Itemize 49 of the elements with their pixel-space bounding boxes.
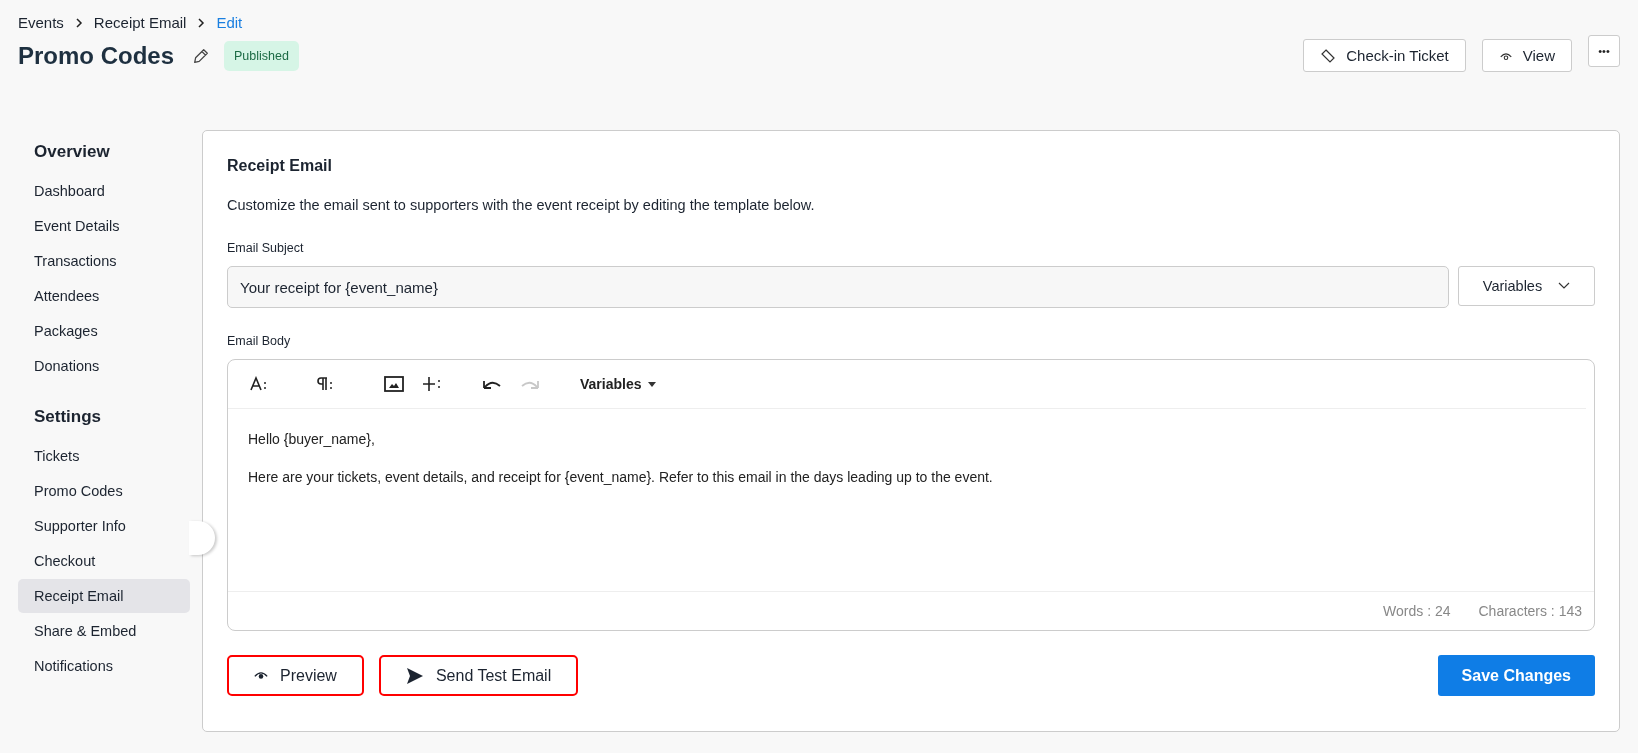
caret-down-icon [647,381,656,387]
more-button[interactable]: ••• [1588,34,1620,67]
plus-icon[interactable] [422,376,442,392]
chevron-right-icon [73,17,84,28]
sidebar-heading: Settings [33,407,103,427]
sidebar-item[interactable]: Checkout [18,544,190,578]
body-paragraph: Hello {buyer_name}, [248,431,376,447]
sidebar-item[interactable]: Event Details [18,209,190,243]
sidebar-heading: Overview [33,142,111,162]
sidebar-item[interactable]: Packages [18,314,190,348]
breadcrumb-link[interactable]: Receipt Email [93,14,187,31]
image-icon[interactable] [384,376,404,392]
sidebar-item[interactable]: Tickets [18,439,190,473]
description-text: Customize the email sent to supporters with the event receipt by editing the template below. [227,197,816,213]
card-title: Receipt Email [227,157,333,175]
check-in-ticket-button[interactable]: Check-in Ticket [1303,39,1466,72]
character-count: Characters : 143 [1478,603,1582,619]
sidebar-item[interactable]: Notifications [18,649,190,683]
sidebar-item[interactable]: Share & Embed [18,614,190,648]
sidebar-item[interactable]: Dashboard [18,174,190,208]
sidebar-item[interactable]: Receipt Email [18,579,190,613]
field-label: Email Body [227,334,292,348]
ticket-icon [1320,47,1337,64]
body-paragraph: Here are your tickets, event details, and receipt for {event_name}. Refer to this email in the days leading up to the event. [248,469,994,485]
subject-field[interactable]: Your receipt for {event_name} [227,266,1449,308]
breadcrumb-link[interactable]: Edit [216,14,243,31]
status-badge: Published [224,40,299,71]
sidebar-item[interactable]: Promo Codes [18,474,190,508]
undo-icon[interactable] [482,378,502,390]
field-label: Email Subject [227,241,305,255]
chevron-right-icon [196,17,207,28]
collapse-handle[interactable] [189,521,215,555]
sidebar-item[interactable]: Donations [18,349,190,383]
preview-button[interactable]: Preview [227,655,364,696]
sidebar-item[interactable]: Attendees [18,279,190,313]
page-title: Promo Codes [18,41,175,70]
send-test-email-button[interactable]: Send Test Email [378,655,579,696]
chevron-down-icon [1558,282,1571,290]
sidebar-item[interactable]: Transactions [18,244,190,278]
variables-dropdown[interactable]: Variables [580,376,656,392]
breadcrumb-link[interactable]: Events [18,14,64,31]
save-changes-button[interactable]: Save Changes [1437,655,1595,696]
sidebar-item[interactable]: Supporter Info [18,509,190,543]
eye-icon [254,670,268,681]
word-count: Words : 24 [1383,603,1451,619]
send-icon [405,666,424,685]
pencil-icon[interactable] [192,46,211,65]
variables-dropdown[interactable]: Variables [1458,266,1595,306]
view-button[interactable]: View [1481,39,1572,72]
